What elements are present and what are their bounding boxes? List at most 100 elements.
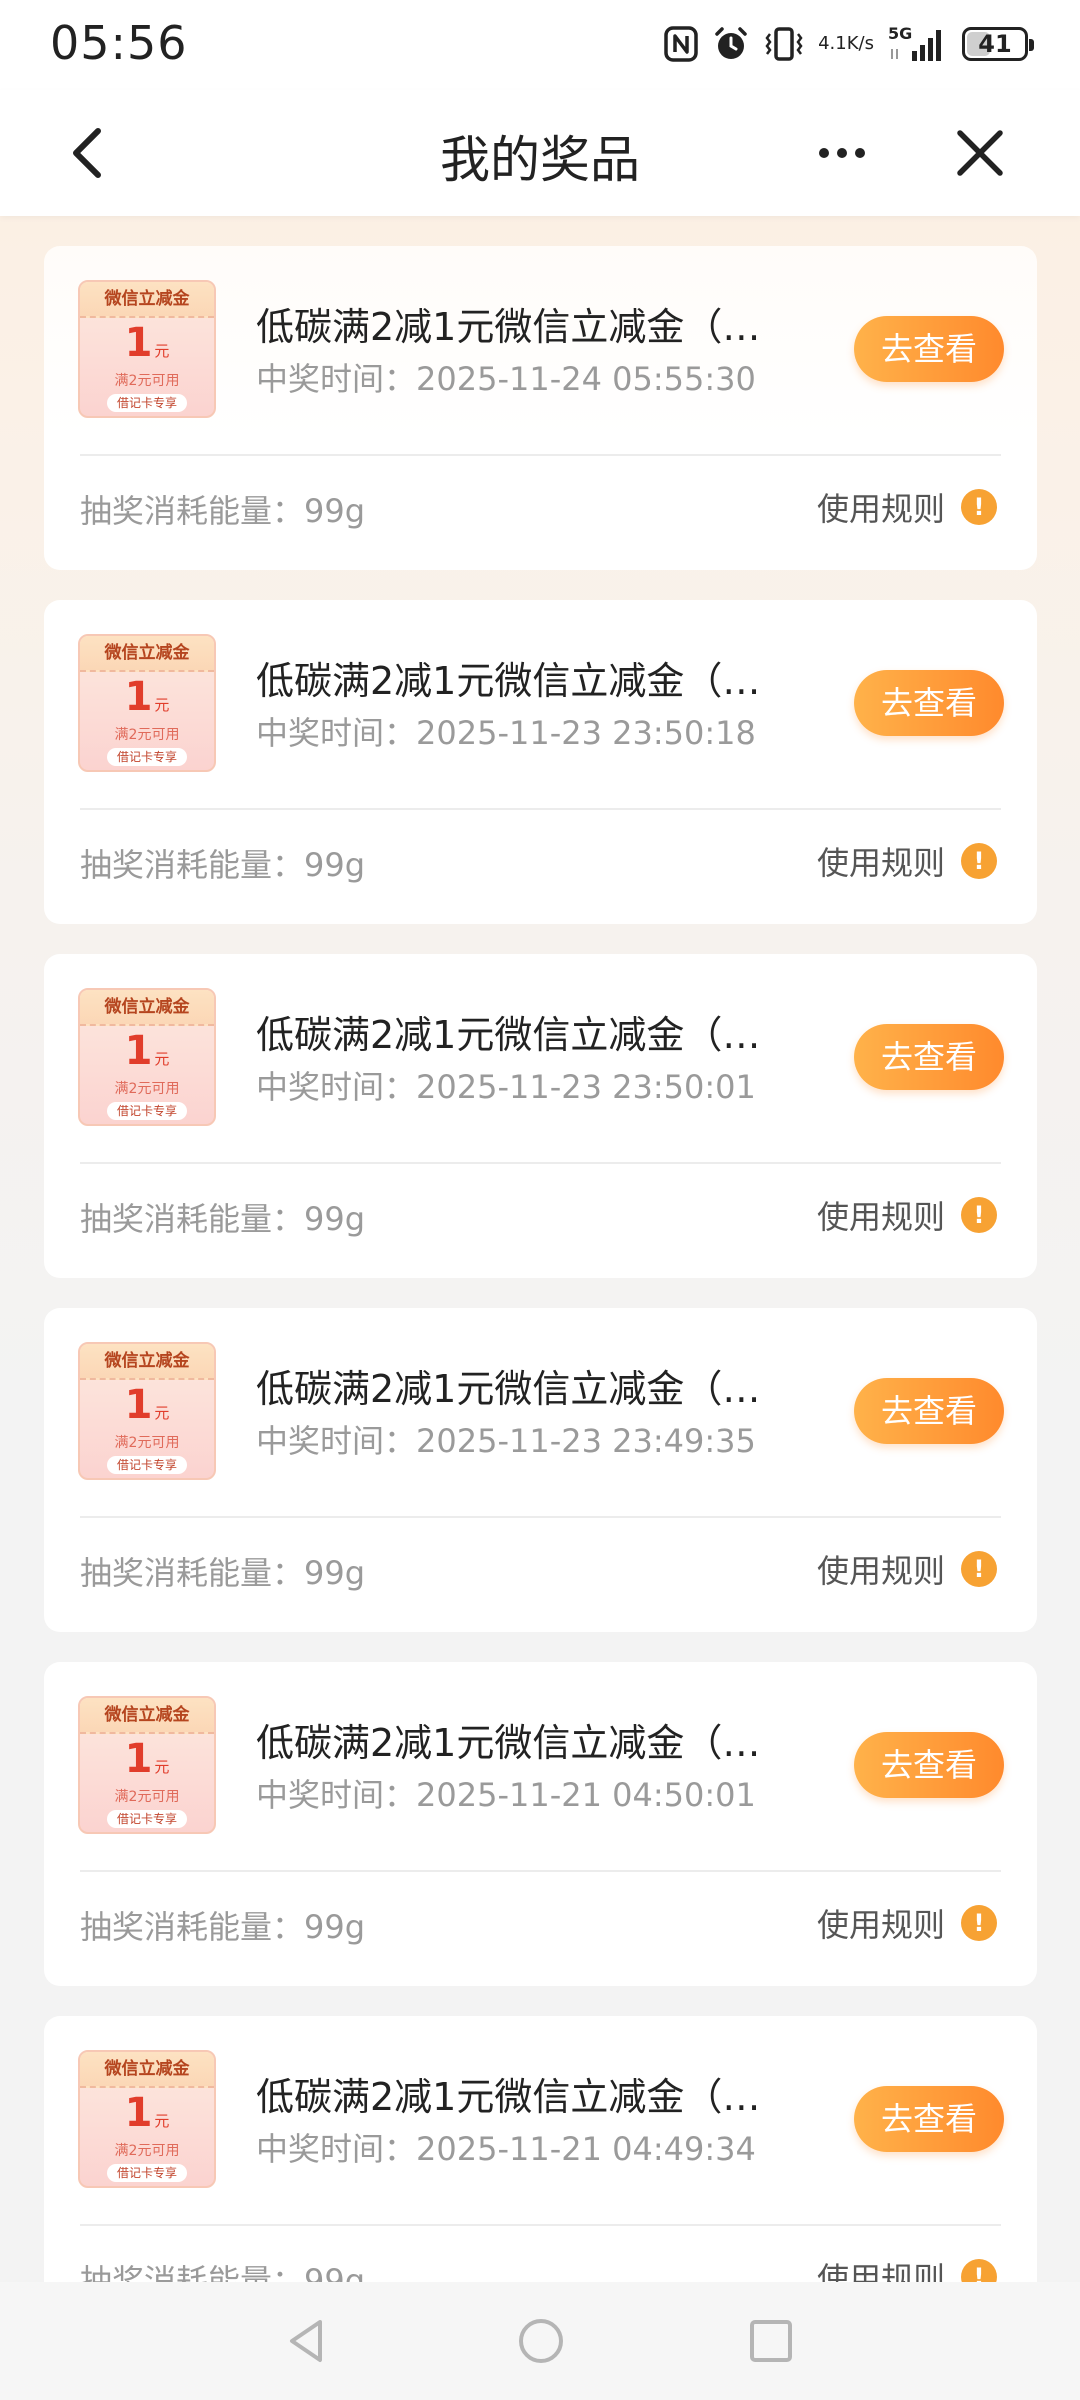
coupon-amount-value: 1 [124, 1028, 153, 1074]
back-button[interactable] [60, 123, 120, 183]
usage-rules-label: 使用规则 [816, 1906, 945, 1944]
circle-home-icon [519, 2319, 563, 2363]
coupon-thumbnail: 微信立减金 1元 满2元可用 借记卡专享 [78, 1696, 216, 1834]
energy-value: 99g [304, 1908, 366, 1946]
signal-icon: 5G [888, 25, 948, 63]
coupon-condition: 满2元可用 [114, 1081, 180, 1097]
battery-level: 41 [978, 30, 1012, 58]
win-time-label: 中奖时间： [256, 1776, 417, 1814]
prize-win-time: 中奖时间：2025-11-21 04:50:01 [256, 1770, 756, 1816]
prize-win-time: 中奖时间：2025-11-23 23:49:35 [256, 1416, 756, 1462]
page-title: 我的奖品 [440, 131, 640, 189]
win-time-value: 2025-11-21 04:50:01 [416, 1776, 756, 1814]
divider [80, 1870, 1001, 1872]
coupon-type: 微信立减金 [80, 1698, 214, 1734]
energy-cost: 抽奖消耗能量：99g [80, 486, 365, 532]
win-time-value: 2025-11-23 23:50:01 [416, 1068, 756, 1106]
prize-title: 低碳满2减1元微信立减金（… [256, 2075, 761, 2119]
prize-list: 微信立减金 1元 满2元可用 借记卡专享 低碳满2减1元微信立减金（… 中奖时间… [44, 246, 1037, 2370]
divider [80, 2224, 1001, 2226]
energy-label: 抽奖消耗能量： [80, 1200, 305, 1238]
win-time-value: 2025-11-21 04:49:34 [416, 2130, 756, 2168]
usage-rules-link[interactable]: 使用规则 ! [817, 1900, 997, 1946]
coupon-type: 微信立减金 [80, 2052, 214, 2088]
coupon-amount-unit: 元 [154, 696, 170, 714]
coupon-amount-unit: 元 [154, 1758, 170, 1776]
energy-value: 99g [304, 492, 366, 530]
coupon-amount-value: 1 [124, 1736, 153, 1782]
more-dots-icon [819, 148, 865, 158]
prize-win-time: 中奖时间：2025-11-23 23:50:01 [256, 1062, 756, 1108]
win-time-value: 2025-11-23 23:50:18 [416, 714, 756, 752]
alarm-icon [712, 25, 750, 63]
coupon-thumbnail: 微信立减金 1元 满2元可用 借记卡专享 [78, 1342, 216, 1480]
info-icon: ! [961, 1905, 997, 1941]
square-recent-icon [750, 2320, 792, 2362]
coupon-tag: 借记卡专享 [106, 394, 187, 412]
prize-title: 低碳满2减1元微信立减金（… [256, 1367, 761, 1411]
more-button[interactable] [812, 130, 872, 176]
coupon-amount: 1元 [80, 1738, 214, 1788]
coupon-amount: 1元 [80, 1030, 214, 1080]
view-button[interactable]: 去查看 [854, 1024, 1004, 1090]
prize-card: 微信立减金 1元 满2元可用 借记卡专享 低碳满2减1元微信立减金（… 中奖时间… [44, 1308, 1037, 1632]
screen: 05:56 4.1 K/s 5G 41 我的奖品 微信立减金 1 元 满2元可用… [0, 0, 1080, 2400]
coupon-type: 微信立减金 [80, 990, 214, 1026]
energy-label: 抽奖消耗能量： [80, 1554, 305, 1592]
view-button[interactable]: 去查看 [854, 1732, 1004, 1798]
nav-recent-button[interactable] [746, 2316, 796, 2366]
energy-value: 99g [304, 1200, 366, 1238]
coupon-thumbnail: 微信立减金 1元 满2元可用 借记卡专享 [78, 2050, 216, 2188]
win-time-value: 2025-11-23 23:49:35 [416, 1422, 756, 1460]
net-speed-unit: K/s [846, 33, 874, 54]
energy-cost: 抽奖消耗能量：99g [80, 1548, 365, 1594]
prize-win-time: 中奖时间：2025-11-24 05:55:30 [256, 354, 756, 400]
coupon-amount-unit: 元 [154, 342, 170, 360]
network-type: 5G [888, 25, 912, 43]
info-icon: ! [961, 489, 997, 525]
divider [80, 454, 1001, 456]
win-time-label: 中奖时间： [256, 1422, 417, 1460]
usage-rules-link[interactable]: 使用规则 ! [817, 838, 997, 884]
view-button[interactable]: 去查看 [854, 316, 1004, 382]
status-time: 05:56 [50, 16, 188, 70]
coupon-amount: 1元 [80, 1384, 214, 1434]
divider [80, 1162, 1001, 1164]
view-button[interactable]: 去查看 [854, 2086, 1004, 2152]
coupon-amount-value: 1 [124, 674, 153, 720]
coupon-condition: 满2元可用 [114, 727, 180, 743]
energy-cost: 抽奖消耗能量：99g [80, 840, 365, 886]
divider [80, 808, 1001, 810]
coupon-amount-unit: 元 [154, 2112, 170, 2130]
win-time-value: 2025-11-24 05:55:30 [416, 360, 756, 398]
win-time-label: 中奖时间： [256, 2130, 417, 2168]
vibrate-icon [764, 26, 804, 62]
win-time-label: 中奖时间： [256, 360, 417, 398]
usage-rules-label: 使用规则 [816, 1198, 945, 1236]
prize-card: 微信立减金 1元 满2元可用 借记卡专享 低碳满2减1元微信立减金（… 中奖时间… [44, 600, 1037, 924]
usage-rules-link[interactable]: 使用规则 ! [817, 484, 997, 530]
coupon-amount-unit: 元 [154, 1404, 170, 1422]
usage-rules-label: 使用规则 [816, 490, 945, 528]
usage-rules-link[interactable]: 使用规则 ! [817, 1546, 997, 1592]
energy-value: 99g [304, 846, 366, 884]
coupon-thumbnail: 微信立减金 1元 满2元可用 借记卡专享 [78, 280, 216, 418]
view-button[interactable]: 去查看 [854, 670, 1004, 736]
nav-home-button[interactable] [516, 2316, 566, 2366]
battery-icon: 41 [962, 27, 1034, 61]
prize-title: 低碳满2减1元微信立减金（… [256, 1721, 761, 1765]
coupon-tag: 借记卡专享 [106, 1810, 187, 1828]
view-button[interactable]: 去查看 [854, 1378, 1004, 1444]
status-icons: 4.1 K/s 5G 41 [664, 20, 1034, 68]
usage-rules-link[interactable]: 使用规则 ! [817, 1192, 997, 1238]
status-bar: 05:56 4.1 K/s 5G 41 [0, 0, 1080, 90]
coupon-type: 微信立减金 [80, 282, 214, 318]
info-icon: ! [961, 843, 997, 879]
energy-label: 抽奖消耗能量： [80, 1908, 305, 1946]
coupon-tag: 借记卡专享 [106, 2164, 187, 2182]
coupon-thumbnail: 微信立减金 1元 满2元可用 借记卡专享 [78, 988, 216, 1126]
coupon-tag: 借记卡专享 [106, 748, 187, 766]
top-nav-bar: 我的奖品 [0, 90, 1080, 216]
close-button[interactable] [950, 123, 1010, 183]
nav-back-button[interactable] [282, 2316, 332, 2366]
